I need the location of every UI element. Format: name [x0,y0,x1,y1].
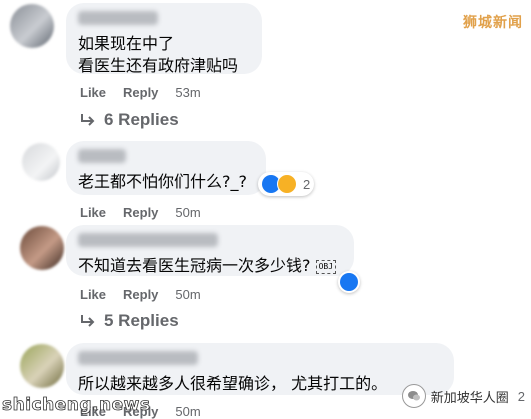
comment-bubble: 所以越来越多人很希望确诊， 尤其打工的。 [66,343,454,395]
reaction-count: 2 [517,388,525,404]
reply-arrow-icon [81,315,95,327]
view-replies-button[interactable]: 5 Replies [80,311,179,331]
view-replies-button[interactable]: 6 Replies [80,110,179,130]
haha-reaction-icon [277,174,297,194]
reply-button[interactable]: Reply [123,85,158,100]
like-button[interactable]: Like [80,287,106,302]
comment-text: 不知道去看医生冠病一次多少钱? [78,256,311,275]
commenter-name-blurred[interactable] [78,149,126,163]
comment-text-line: 老王都不怕你们什么?_? [78,172,247,191]
reaction-count: 2 [303,176,311,192]
comment-actions: Like Reply 53m [80,85,201,100]
reply-button[interactable]: Reply [123,205,158,220]
like-reaction-icon [340,273,358,291]
avatar[interactable] [20,226,64,270]
object-placeholder: OBJ [315,259,337,274]
commenter-name-blurred[interactable] [78,233,218,247]
like-button[interactable]: Like [80,85,106,100]
comment-actions: Like Reply 50m [80,205,201,220]
watermark-bottom-right: 新加坡华人圈 2 [401,384,525,408]
avatar[interactable] [10,4,54,48]
comment-timestamp[interactable]: 53m [175,85,200,100]
comment-bubble: 如果现在中了 看医生还有政府津贴吗 [66,3,262,75]
avatar[interactable] [20,344,64,388]
comment-bubble: 老王都不怕你们什么?_? [66,141,266,195]
like-button[interactable]: Like [80,205,106,220]
watermark-bottom-left: shicheng.news [2,395,151,416]
chat-bubble-icon [407,391,420,401]
comment-text-line: 不知道去看医生冠病一次多少钱? OBJ [78,255,342,277]
comment-text-line: 看医生还有政府津贴吗 [78,56,239,75]
reply-button[interactable]: Reply [123,287,158,302]
comment-text-line: 如果现在中了 [78,34,175,53]
comment-timestamp[interactable]: 50m [175,205,200,220]
reply-arrow-icon [81,114,95,126]
comment-timestamp[interactable]: 50m [175,287,200,302]
comment-text-line: 所以越来越多人很希望确诊， 尤其打工的。 [78,374,388,393]
replies-count: 6 Replies [104,110,179,129]
reaction-summary[interactable]: 2 [258,172,315,196]
reaction-summary[interactable] [338,271,360,293]
comment-bubble: 不知道去看医生冠病一次多少钱? OBJ [66,225,354,276]
watermark-top-right: 狮城新闻 [463,15,523,31]
comment-actions: Like Reply 50m [80,287,201,302]
wechat-logo-icon [401,384,426,408]
commenter-name-blurred[interactable] [78,11,158,25]
watermark-text: 新加坡华人圈 [430,390,509,406]
commenter-name-blurred[interactable] [78,351,198,365]
avatar[interactable] [22,143,60,181]
replies-count: 5 Replies [104,311,179,330]
